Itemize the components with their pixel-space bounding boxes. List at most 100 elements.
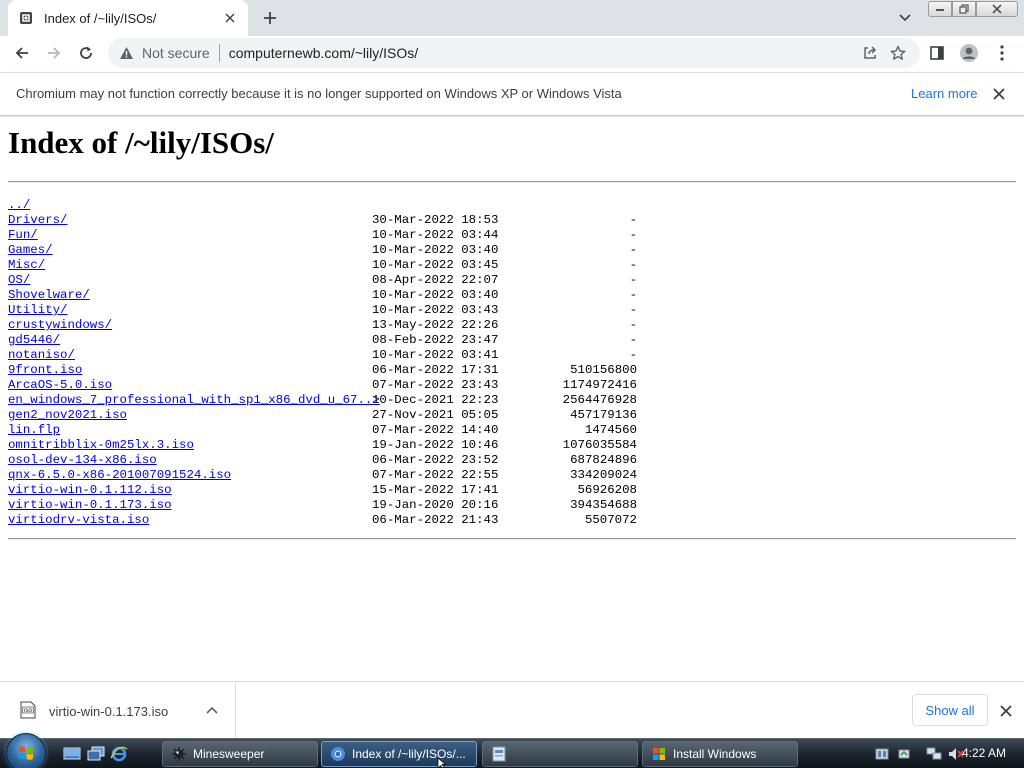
modified-date: 19-Jan-2022 10:46 — [372, 438, 499, 452]
url-text[interactable]: computernewb.com/~lily/ISOs/ — [229, 45, 418, 61]
tab-search-icon[interactable] — [894, 8, 916, 28]
profile-avatar-icon[interactable] — [955, 39, 983, 67]
modified-date: 10-Mar-2022 03:45 — [372, 258, 499, 272]
task-install-windows[interactable]: Install Windows — [642, 741, 798, 767]
back-icon[interactable] — [8, 39, 36, 67]
listing-row: Shovelware/10-Mar-2022 03:40 - — [8, 288, 708, 303]
file-link[interactable]: omnitribblix-0m25lx.3.iso — [8, 438, 194, 453]
divider-top — [8, 181, 1016, 183]
restore-icon[interactable] — [952, 1, 976, 17]
file-link[interactable]: virtiodrv-vista.iso — [8, 513, 149, 528]
divider-bottom — [8, 538, 1016, 540]
folder-link[interactable]: OS/ — [8, 273, 30, 288]
file-link[interactable]: gen2_nov2021.iso — [8, 408, 127, 423]
file-link[interactable]: qnx-6.5.0-x86-201007091524.iso — [8, 468, 231, 483]
close-window-icon[interactable] — [976, 1, 1018, 17]
modified-date: 13-May-2022 22:26 — [372, 318, 499, 332]
forward-icon[interactable] — [40, 39, 68, 67]
address-bar[interactable]: Not secure computernewb.com/~lily/ISOs/ — [108, 38, 920, 68]
shelf-close-icon[interactable] — [996, 701, 1016, 721]
listing-row: gen2_nov2021.iso 27-Nov-2021 05:05 4571791… — [8, 408, 708, 423]
listing-row: Misc/10-Mar-2022 03:45 - — [8, 258, 708, 273]
browser-toolbar: Not secure computernewb.com/~lily/ISOs/ — [0, 36, 1024, 70]
tray-app-icon[interactable] — [874, 746, 890, 762]
tray-safely-remove-icon[interactable] — [896, 746, 912, 762]
bookmark-star-icon[interactable] — [888, 43, 908, 63]
show-all-button[interactable]: Show all — [912, 694, 988, 726]
listing-row: Drivers/30-Mar-2022 18:53 - — [8, 213, 708, 228]
file-size: 394354688 — [570, 498, 637, 512]
listing-row: osol-dev-134-x86.iso 06-Mar-2022 23:52 687… — [8, 453, 708, 468]
task-unnamed-window[interactable] — [482, 741, 638, 767]
favicon-icon — [18, 10, 34, 26]
file-size: 687824896 — [570, 453, 637, 467]
folder-link[interactable]: Games/ — [8, 243, 53, 258]
folder-link[interactable]: notaniso/ — [8, 348, 75, 363]
show-desktop-icon[interactable] — [63, 745, 81, 763]
file-size: - — [629, 243, 637, 257]
modified-date: 27-Nov-2021 05:05 — [372, 408, 499, 422]
download-shelf: ISO virtio-win-0.1.173.iso Show all — [0, 681, 1024, 738]
network-icon[interactable] — [926, 746, 942, 762]
modified-date: 10-Mar-2022 03:40 — [372, 243, 499, 257]
share-icon[interactable] — [860, 43, 880, 63]
folder-link[interactable]: Drivers/ — [8, 213, 68, 228]
side-panel-icon[interactable] — [923, 39, 951, 67]
switch-windows-icon[interactable] — [87, 745, 105, 763]
modified-date: 10-Mar-2022 03:41 — [372, 348, 499, 362]
file-link[interactable]: virtio-win-0.1.173.iso — [8, 498, 172, 513]
minimize-icon[interactable] — [928, 1, 952, 17]
folder-link[interactable]: Shovelware/ — [8, 288, 90, 303]
file-link[interactable]: 9front.iso — [8, 363, 82, 378]
tab-active[interactable]: Index of /~lily/ISOs/ — [8, 0, 248, 36]
folder-link[interactable]: gd5446/ — [8, 333, 60, 348]
minesweeper-icon — [171, 746, 187, 762]
file-link[interactable]: osol-dev-134-x86.iso — [8, 453, 157, 468]
file-link[interactable]: lin.flp — [8, 423, 60, 438]
download-item[interactable]: ISO virtio-win-0.1.173.iso — [0, 682, 236, 738]
security-label[interactable]: Not secure — [142, 45, 210, 61]
folder-link[interactable]: Fun/ — [8, 228, 38, 243]
start-orb-icon[interactable] — [6, 733, 46, 768]
modified-date: 07-Mar-2022 23:43 — [372, 378, 499, 392]
folder-link[interactable]: Misc/ — [8, 258, 45, 273]
file-size: 1474560 — [584, 423, 637, 437]
new-tab-icon[interactable] — [258, 6, 282, 30]
listing-row: virtio-win-0.1.112.iso 15-Mar-2022 17:41 5… — [8, 483, 708, 498]
task-label: Install Windows — [673, 747, 757, 761]
tab-title: Index of /~lily/ISOs/ — [44, 10, 157, 26]
file-size: 1076035584 — [562, 438, 637, 452]
reload-icon[interactable] — [72, 39, 100, 67]
modified-date: 08-Feb-2022 23:47 — [372, 333, 499, 347]
clock[interactable]: 4:22 AM — [962, 746, 1006, 760]
listing-row: omnitribblix-0m25lx.3.iso 19-Jan-2022 10:… — [8, 438, 708, 453]
folder-link[interactable]: ../ — [8, 198, 30, 213]
file-link[interactable]: en_windows_7_professional_with_sp1_x86_d… — [8, 393, 380, 408]
task-minesweeper[interactable]: Minesweeper — [162, 741, 318, 767]
windows-taskbar: Minesweeper Index of /~lily/ISOs/... Ins… — [0, 733, 1024, 768]
menu-kebab-icon[interactable] — [988, 39, 1016, 67]
listing-row: crustywindows/13-May-2022 22:26 - — [8, 318, 708, 333]
file-size: - — [629, 213, 637, 227]
modified-date: 10-Mar-2022 03:40 — [372, 288, 499, 302]
file-size: - — [629, 333, 637, 347]
warning-icon[interactable] — [118, 45, 134, 61]
task-label: Index of /~lily/ISOs/... — [352, 747, 466, 761]
window-icon — [491, 746, 507, 762]
file-size: - — [629, 273, 637, 287]
folder-link[interactable]: crustywindows/ — [8, 318, 112, 333]
tab-close-icon[interactable] — [222, 10, 238, 26]
task-label: Minesweeper — [193, 747, 265, 761]
chevron-up-icon[interactable] — [204, 702, 220, 718]
unsupported-os-infobar: Chromium may not function correctly beca… — [0, 72, 1024, 116]
file-size: 2564476928 — [562, 393, 637, 407]
folder-link[interactable]: Utility/ — [8, 303, 68, 318]
modified-date: 10-Dec-2021 22:23 — [372, 393, 499, 407]
learn-more-link[interactable]: Learn more — [911, 86, 977, 101]
internet-explorer-icon[interactable] — [110, 745, 128, 763]
infobar-close-icon[interactable] — [990, 85, 1008, 103]
file-size: 1174972416 — [562, 378, 637, 392]
file-link[interactable]: virtio-win-0.1.112.iso — [8, 483, 172, 498]
task-chromium[interactable]: Index of /~lily/ISOs/... — [321, 741, 477, 767]
file-link[interactable]: ArcaOS-5.0.iso — [8, 378, 112, 393]
